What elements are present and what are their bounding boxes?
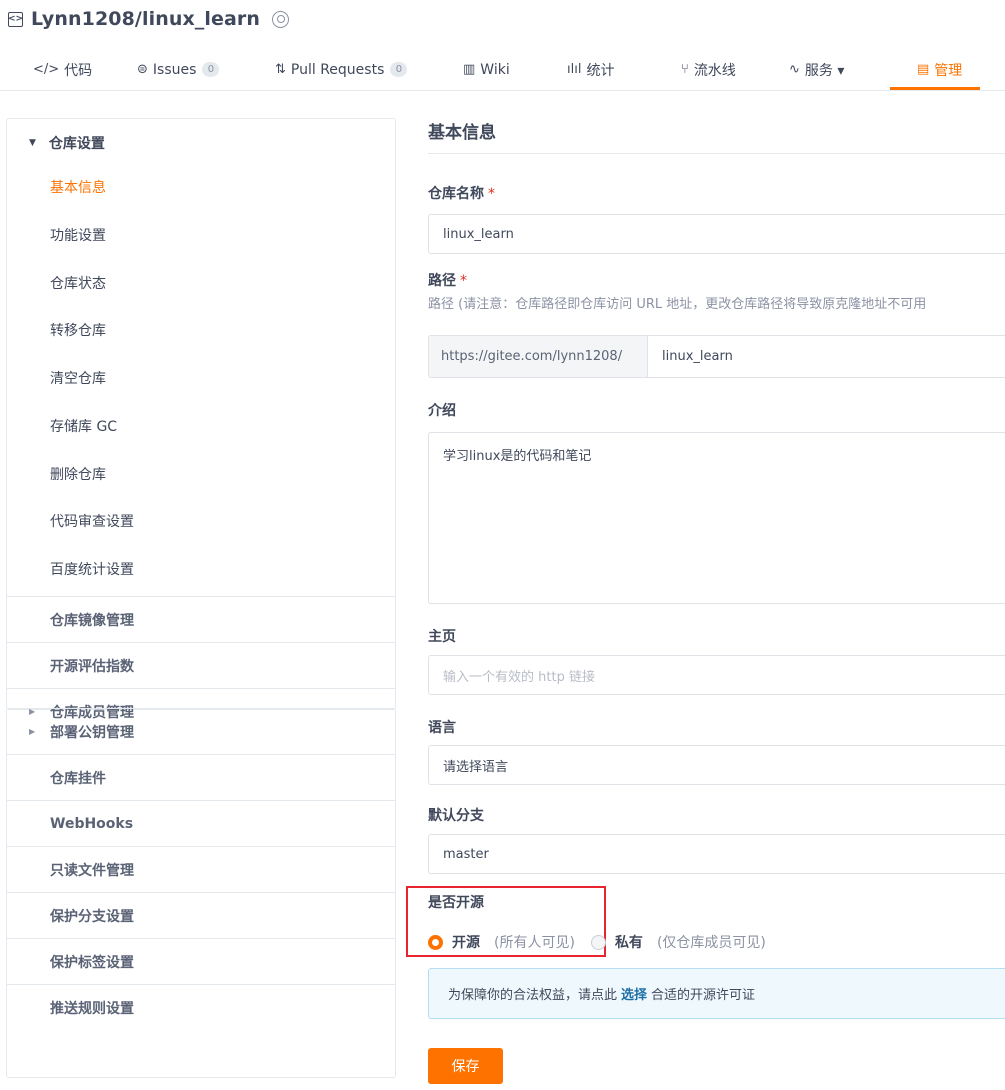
license-notice-suffix: 合适的开源许可证 [651, 988, 756, 1003]
language-label: 语言 [428, 720, 456, 736]
sidebar-item-label: 仓库镜像管理 [50, 612, 134, 629]
sidebar-item-mirror[interactable]: 仓库镜像管理 [7, 596, 395, 642]
sidebar-item-features[interactable]: 功能设置 [7, 211, 395, 259]
default-branch-select[interactable]: master [428, 834, 1005, 874]
repo-name-link[interactable]: Lynn1208/linux_learn [31, 8, 260, 30]
title-divider [428, 153, 1005, 154]
caret-right-icon: ▶ [29, 727, 36, 736]
path-label: 路径 * [428, 270, 467, 290]
sidebar-item-label: 保护标签设置 [50, 954, 134, 971]
sidebar-item-readonly-files[interactable]: 只读文件管理 [7, 846, 395, 892]
tab-wiki[interactable]: ▥ Wiki [463, 48, 510, 91]
repo-header: <> Lynn1208/linux_learn [8, 6, 290, 32]
required-mark: * [488, 186, 495, 202]
sidebar-item-open-source-index[interactable]: 开源评估指数 [7, 642, 395, 688]
private-hint: (仅仓库成员可见) [656, 935, 766, 951]
sidebar-item-webhooks[interactable]: WebHooks [7, 800, 395, 846]
sidebar-item-gc[interactable]: 存储库 GC [7, 402, 395, 450]
sidebar-item-label: 保护分支设置 [50, 908, 134, 925]
tab-code[interactable]: </> 代码 [33, 48, 92, 91]
sidebar-item-basic-info[interactable]: 基本信息 [7, 163, 395, 211]
choose-license-link[interactable]: 选择 [621, 984, 647, 1003]
sidebar-item-widgets[interactable]: 仓库挂件 [7, 754, 395, 800]
sidebar-item-transfer[interactable]: 转移仓库 [7, 306, 395, 354]
language-select[interactable]: 请选择语言 [428, 745, 1005, 785]
pipeline-icon: ⑂ [681, 62, 689, 77]
sidebar-item-protected-tags[interactable]: 保护标签设置 [7, 938, 395, 984]
path-help-text: 路径 (请注意：仓库路径即仓库访问 URL 地址，更改仓库路径将导致原克隆地址不… [428, 297, 927, 312]
tab-label: 流水线 [693, 62, 736, 79]
repo-name-label: 仓库名称 * [428, 183, 495, 203]
sidebar-item-label: 推送规则设置 [50, 1000, 134, 1017]
tab-label: 管理 [934, 62, 963, 79]
visibility-radio-group: 开源 (所有人可见) 私有 (仅仓库成员可见) [428, 932, 766, 952]
open-source-option-label[interactable]: 开源 [452, 932, 480, 952]
page-title: 基本信息 [428, 123, 496, 143]
caret-down-icon: ▼ [29, 138, 36, 148]
homepage-input[interactable]: 输入一个有效的 http 链接 [428, 655, 1005, 695]
tab-stats[interactable]: ılıl 统计 [567, 48, 614, 91]
sidebar-item-baidu-stats[interactable]: 百度统计设置 [7, 545, 395, 593]
repo-name-input[interactable]: linux_learn [428, 214, 1005, 254]
tab-services[interactable]: ∿ 服务 ▾ [789, 48, 844, 91]
tab-issues[interactable]: ⊜ Issues 0 [137, 48, 220, 91]
save-button[interactable]: 保存 [428, 1048, 503, 1084]
sidebar-group-label: 仓库设置 [48, 136, 105, 152]
pull-requests-count-badge: 0 [390, 62, 408, 77]
repo-name-label-text: 仓库名称 [428, 186, 484, 202]
pull-request-icon: ⇅ [275, 62, 286, 77]
sidebar-item-label: 只读文件管理 [50, 862, 134, 879]
open-source-radio[interactable] [428, 934, 443, 950]
path-label-text: 路径 [428, 273, 456, 289]
license-notice: 为保障你的合法权益，请点此 选择 合适的开源许可证 [428, 968, 1005, 1019]
tab-label: Issues [152, 61, 197, 78]
tab-label: Pull Requests [290, 61, 385, 78]
settings-sidebar-lower: ▶ 部署公钥管理 仓库挂件 WebHooks 只读文件管理 保护分支设置 保护标… [6, 708, 396, 1078]
wiki-icon: ▥ [463, 62, 476, 77]
stats-icon: ılıl [567, 62, 582, 77]
sidebar-item-label: WebHooks [50, 815, 134, 832]
repo-tabs: </> 代码 ⊜ Issues 0 ⇅ Pull Requests 0 ▥ Wi… [0, 48, 1005, 91]
sidebar-item-code-review[interactable]: 代码审查设置 [7, 497, 395, 545]
tab-label: 代码 [64, 62, 93, 79]
tab-label: Wiki [480, 61, 510, 78]
sidebar-item-repo-status[interactable]: 仓库状态 [7, 259, 395, 307]
private-option-label[interactable]: 私有 [615, 932, 643, 952]
homepage-label: 主页 [428, 629, 456, 645]
tab-pull-requests[interactable]: ⇅ Pull Requests 0 [275, 48, 408, 91]
sidebar-item-label: 开源评估指数 [50, 658, 134, 675]
sidebar-item-label: 仓库挂件 [50, 770, 106, 787]
license-notice-prefix: 为保障你的合法权益，请点此 [448, 988, 618, 1003]
path-prefix: https://gitee.com/lynn1208/ [428, 335, 648, 378]
services-icon: ∿ [789, 62, 800, 77]
default-branch-label: 默认分支 [428, 808, 484, 824]
sidebar-item-label: 部署公钥管理 [50, 724, 134, 741]
open-source-label: 是否开源 [428, 895, 484, 911]
intro-textarea[interactable]: 学习linux是的代码和笔记 [428, 432, 1005, 604]
required-mark: * [460, 273, 467, 289]
intro-label: 介绍 [428, 403, 456, 419]
code-icon: </> [33, 62, 60, 77]
sidebar-item-protected-branches[interactable]: 保护分支设置 [7, 892, 395, 938]
tab-pipeline[interactable]: ⑂ 流水线 [681, 48, 736, 91]
private-radio[interactable] [590, 934, 606, 950]
settings-sidebar: ▼ 仓库设置 基本信息 功能设置 仓库状态 转移仓库 清空仓库 存储库 GC 删… [6, 118, 396, 721]
sidebar-item-push-rules[interactable]: 推送规则设置 [7, 984, 395, 1030]
tab-manage[interactable]: ▤ 管理 [917, 48, 962, 91]
path-input[interactable]: linux_learn [647, 335, 1005, 378]
sidebar-item-deploy-keys[interactable]: ▶ 部署公钥管理 [7, 708, 395, 754]
sidebar-item-delete[interactable]: 删除仓库 [7, 450, 395, 498]
active-tab-underline [890, 87, 980, 90]
tab-label: 服务 ▾ [804, 62, 845, 79]
manage-icon: ▤ [917, 62, 930, 77]
issues-count-badge: 0 [202, 62, 220, 77]
issues-icon: ⊜ [137, 62, 148, 77]
tab-label: 统计 [586, 62, 615, 79]
badge-icon[interactable] [272, 10, 290, 28]
sidebar-item-clear[interactable]: 清空仓库 [7, 354, 395, 402]
sidebar-group-repo-settings[interactable]: ▼ 仓库设置 [7, 119, 395, 167]
open-source-hint: (所有人可见) [494, 935, 575, 951]
repo-icon: <> [8, 11, 23, 27]
